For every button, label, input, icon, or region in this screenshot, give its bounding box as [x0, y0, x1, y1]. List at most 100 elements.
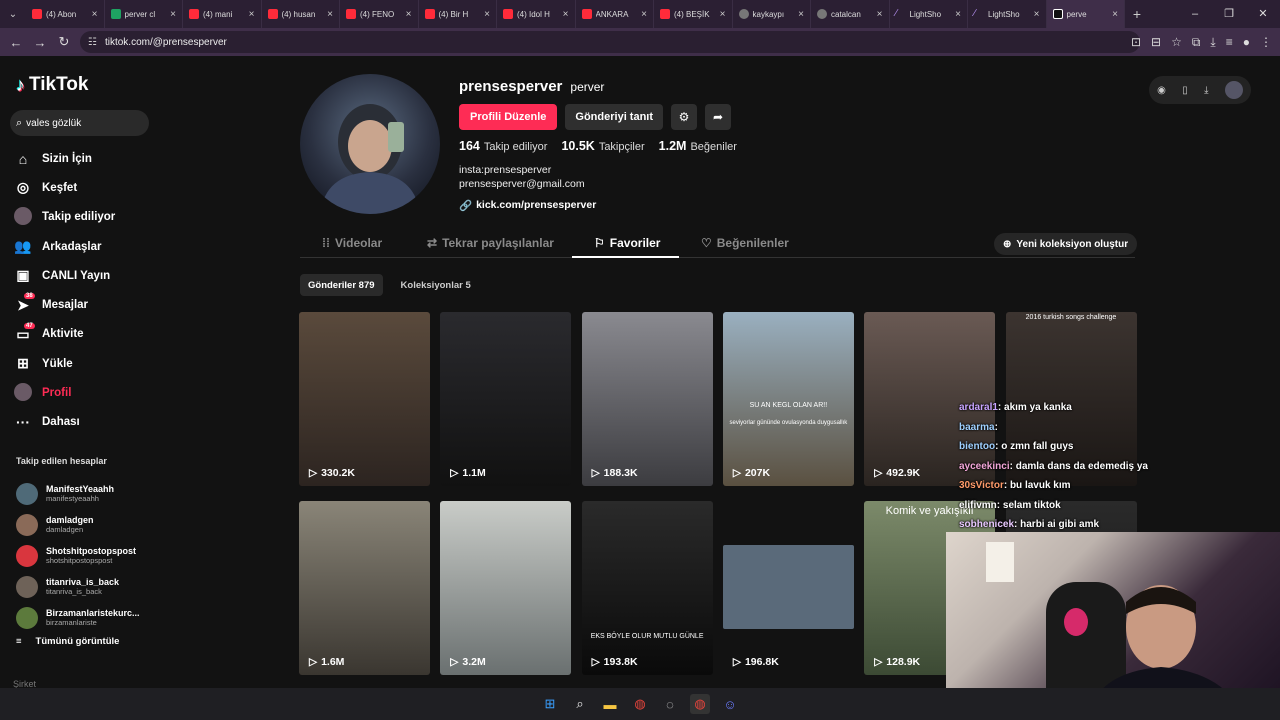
tab-search-dropdown-icon[interactable]: ⌄ [0, 0, 26, 28]
new-collection-button[interactable]: ⊕ Yeni koleksiyon oluştur [994, 233, 1138, 255]
following-account[interactable]: titanriva_is_back titanriva_is_back [16, 571, 140, 602]
sidebar-item[interactable]: ◎ Keşfet [14, 173, 115, 202]
forward-icon[interactable]: → [28, 35, 52, 50]
tab-videos[interactable]: ⁞⁞ Videolar [322, 228, 382, 258]
sidebar-item-label: Sizin İçin [42, 152, 92, 165]
new-tab-button[interactable]: + [1125, 6, 1149, 22]
tiktok-logo[interactable]: ♪ TikTok [16, 74, 88, 96]
browser-tab[interactable]: (4) mani × [183, 0, 262, 28]
maximize-icon[interactable]: ❐ [1212, 0, 1246, 28]
video-card[interactable]: ▷ 330.2K [299, 312, 430, 486]
tab-close-icon[interactable]: × [327, 9, 333, 20]
sidebar-item[interactable]: ⊞ Yükle [14, 349, 115, 378]
browser-tab[interactable]: kaykaypı × [733, 0, 811, 28]
sidebar-item[interactable]: ⌂ Sizin İçin [14, 144, 115, 173]
tab-close-icon[interactable]: × [955, 9, 961, 20]
tab-close-icon[interactable]: × [563, 9, 569, 20]
site-info-icon[interactable]: ☷ [88, 37, 97, 48]
tab-close-icon[interactable]: × [720, 9, 726, 20]
browser-tab[interactable]: (4) Abon × [26, 0, 105, 28]
translate-icon[interactable]: ⊡ [1131, 35, 1141, 49]
video-card[interactable]: EKS BÖYLE OLUR MUTLU GÜNLE ▷ 193.8K [581, 501, 713, 675]
sidebar-item[interactable]: ▣ CANLI Yayın [14, 261, 115, 290]
taskbar-search-icon[interactable]: ⌕ [570, 694, 590, 714]
browser-tab[interactable]: perver cl × [105, 0, 183, 28]
search-input[interactable]: ⌕ vales gözlük [10, 110, 149, 136]
tab-reposts[interactable]: ⇄ Tekrar paylaşılanlar [427, 228, 554, 258]
browser-tab[interactable]: (4) Bir H × [419, 0, 497, 28]
sidebar-item[interactable]: Takip ediliyor [14, 203, 115, 232]
reload-icon[interactable]: ↻ [52, 34, 76, 50]
tab-close-icon[interactable]: × [92, 9, 98, 20]
tab-liked[interactable]: ♡ Beğenilenler [701, 228, 789, 258]
tab-close-icon[interactable]: × [249, 9, 255, 20]
tab-close-icon[interactable]: × [170, 9, 176, 20]
back-icon[interactable]: ← [4, 35, 28, 50]
profile-avatar[interactable] [300, 74, 440, 214]
coin-icon[interactable]: ◉ [1157, 85, 1166, 96]
reading-list-icon[interactable]: ≡ [1226, 35, 1233, 49]
bookmark-star-icon[interactable]: ☆ [1171, 35, 1182, 49]
tab-close-icon[interactable]: × [641, 9, 647, 20]
tab-close-icon[interactable]: × [1112, 9, 1118, 20]
video-card[interactable]: ▷ 1.1M [440, 312, 572, 486]
video-card[interactable]: ▷3.2M [440, 501, 572, 675]
promote-post-button[interactable]: Gönderiyi tanıt [565, 104, 664, 130]
sidebar-item[interactable]: Profil [14, 378, 115, 407]
minimize-icon[interactable]: – [1178, 0, 1212, 28]
tab-close-icon[interactable]: × [798, 9, 804, 20]
browser-tab[interactable]: (4) BEŞİK × [654, 0, 733, 28]
browser-tab[interactable]: (4) FENO × [340, 0, 419, 28]
chrome-icon[interactable]: ◍ [630, 694, 650, 714]
user-avatar-icon[interactable] [1224, 81, 1243, 99]
tab-close-icon[interactable]: × [484, 9, 490, 20]
menu-kebab-icon[interactable]: ⋮ [1260, 35, 1272, 49]
following-account[interactable]: Birzamanlaristekurc... birzamanlariste [16, 602, 140, 633]
chrome-active-icon[interactable]: ◍ [690, 694, 710, 714]
sidebar-item[interactable]: ▭ Aktivite 47 [14, 320, 115, 349]
sidebar-item[interactable]: 👥 Arkadaşlar [14, 232, 115, 261]
tab-close-icon[interactable]: × [1034, 9, 1040, 20]
followers-stat[interactable]: 10.5K Takipçiler [561, 139, 644, 153]
edit-profile-button[interactable]: Profili Düzenle [459, 104, 558, 130]
see-all-following-link[interactable]: ≡ Tümünü görüntüle [16, 636, 119, 647]
settings-gear-icon[interactable]: ⚙ [671, 104, 698, 130]
sidebar-item[interactable]: ··· Dahası [14, 408, 115, 437]
profile-link[interactable]: 🔗 kick.com/prensesperver [459, 199, 596, 212]
share-icon[interactable]: ➦ [705, 104, 732, 130]
browser-tab[interactable]: ∕ LightSho × [890, 0, 968, 28]
file-explorer-icon[interactable]: ▬ [600, 694, 620, 714]
browser-tab[interactable]: perve × [1046, 0, 1125, 28]
tab-close-icon[interactable]: × [877, 9, 883, 20]
browser-tab[interactable]: (4) Idol H × [497, 0, 576, 28]
tab-close-icon[interactable]: × [406, 9, 412, 20]
windows-start-icon[interactable]: ⊞ [540, 694, 560, 714]
close-window-icon[interactable]: ✕ [1246, 0, 1280, 28]
discord-icon[interactable]: ☺ [720, 694, 740, 714]
following-account[interactable]: ManifestYeaahh manifestyeaahh [16, 478, 140, 509]
download-app-icon[interactable]: ⤓ [1204, 85, 1208, 96]
video-card[interactable]: ▷ 188.3K [581, 312, 713, 486]
browser-tab[interactable]: ANKARA × [576, 0, 654, 28]
subtab-collections[interactable]: Koleksiyonlar 5 [393, 274, 479, 296]
following-account[interactable]: damladgen damladgen [16, 509, 140, 540]
phone-icon[interactable]: ▯ [1182, 85, 1188, 96]
browser-tab[interactable]: catalcan × [811, 0, 890, 28]
video-card[interactable]: ▷ 196.8K [722, 501, 854, 675]
install-app-icon[interactable]: ⊟ [1151, 35, 1161, 49]
video-card[interactable]: SU AN KEGL OLAN AR!! seviyorlar gününde o… [722, 312, 854, 486]
url-input[interactable]: ☷ tiktok.com/@prensesperver [80, 31, 1140, 53]
video-card[interactable]: ▷ 1.6M [299, 501, 430, 675]
subtab-posts[interactable]: Gönderiler 879 [300, 274, 383, 296]
browser-tab[interactable]: ∕ LightSho × [968, 0, 1047, 28]
tab-favorites[interactable]: ⚐ Favoriler [594, 228, 660, 258]
profile-icon[interactable]: ● [1243, 35, 1250, 49]
obs-icon[interactable]: ◌ [660, 694, 680, 714]
sidebar-item[interactable]: ➤ Mesajlar 38 [14, 290, 115, 319]
following-stat[interactable]: 164 Takip ediliyor [459, 139, 547, 153]
following-account[interactable]: Shotshitpostopspost shotshitpostopspost [16, 540, 140, 571]
extensions-icon[interactable]: ⧉ [1192, 35, 1201, 50]
company-link[interactable]: Şirket [13, 679, 36, 688]
browser-tab[interactable]: (4) husan × [262, 0, 340, 28]
download-icon[interactable]: ⤓ [1210, 35, 1215, 50]
